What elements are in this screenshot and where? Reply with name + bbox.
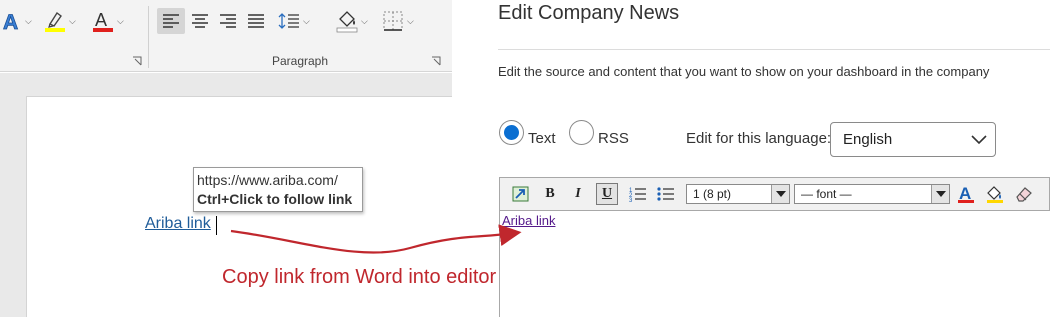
annotation-arrow	[230, 224, 522, 254]
annotation-caption: Copy link from Word into editor	[222, 266, 497, 288]
